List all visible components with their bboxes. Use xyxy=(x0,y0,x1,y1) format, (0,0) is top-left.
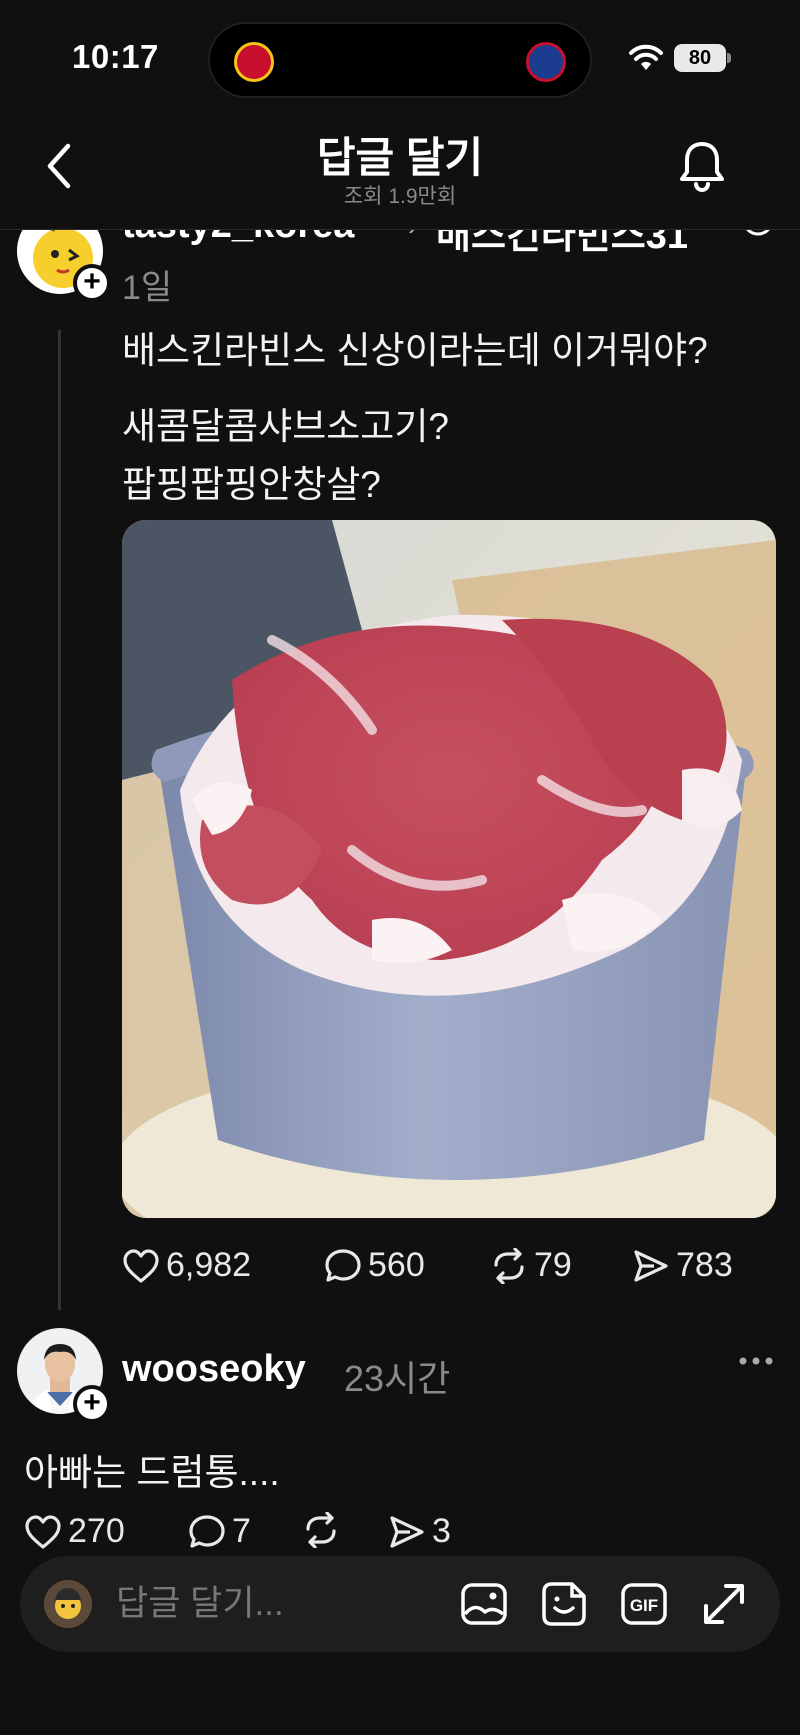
svg-text:GIF: GIF xyxy=(630,1596,658,1615)
gif-icon[interactable]: GIF xyxy=(618,1578,670,1630)
psg-crest-icon xyxy=(526,42,566,82)
nav-header: 답글 달기 조회 1.9만회 xyxy=(0,110,800,230)
thread-line xyxy=(58,330,61,1310)
status-bar: 10:17 80 xyxy=(0,0,800,110)
expand-icon[interactable] xyxy=(698,1578,750,1630)
more-options-icon[interactable] xyxy=(738,1340,774,1374)
heart-icon xyxy=(25,1514,61,1549)
send-icon xyxy=(634,1249,668,1282)
repost-icon xyxy=(306,1512,336,1548)
comment-button[interactable]: 7 xyxy=(188,1512,251,1551)
comment-count: 7 xyxy=(232,1512,251,1550)
reply-text: 아빠는 드럼통.... xyxy=(24,1452,280,1493)
post-text-line: 팝핑팝핑안창살? xyxy=(122,464,381,505)
comment-button[interactable]: 560 xyxy=(324,1246,425,1285)
wifi-icon xyxy=(629,44,663,70)
repost-icon xyxy=(494,1247,524,1284)
share-button[interactable]: 783 xyxy=(632,1246,733,1285)
follow-plus-button[interactable]: + xyxy=(73,264,111,302)
share-count: 3 xyxy=(432,1512,451,1550)
reply-composer: GIF xyxy=(20,1556,780,1652)
like-button[interactable]: 6,982 xyxy=(122,1246,251,1285)
battery-tip xyxy=(727,53,731,63)
post-text-line: 배스킨라빈스 신상이라는데 이거뭐야? xyxy=(122,330,708,371)
comment-count: 560 xyxy=(368,1246,425,1284)
repost-button[interactable]: 79 xyxy=(490,1246,572,1285)
repost-button[interactable] xyxy=(302,1512,346,1548)
send-icon xyxy=(390,1515,424,1548)
post-image[interactable] xyxy=(122,520,776,1218)
repost-count: 79 xyxy=(534,1246,572,1284)
reply-username[interactable]: wooseoky xyxy=(122,1348,306,1391)
sticker-icon[interactable] xyxy=(538,1578,590,1630)
manchester-united-crest-icon xyxy=(234,42,274,82)
like-count: 270 xyxy=(68,1512,125,1550)
heart-icon xyxy=(123,1248,159,1283)
follow-plus-button[interactable]: + xyxy=(73,1385,111,1423)
reply-time: 23시간 xyxy=(344,1358,451,1399)
like-count: 6,982 xyxy=(166,1246,252,1284)
comment-icon xyxy=(325,1248,361,1282)
post-text-line: 새콤달콤샤브소고기? xyxy=(122,406,449,447)
avatar xyxy=(44,1580,92,1628)
bell-icon[interactable] xyxy=(676,138,728,194)
reply-input[interactable] xyxy=(116,1582,416,1626)
image-icon[interactable] xyxy=(458,1578,510,1630)
share-button[interactable]: 3 xyxy=(388,1512,451,1551)
comment-icon xyxy=(189,1514,225,1548)
post-time: 1일 xyxy=(122,269,173,307)
like-button[interactable]: 270 xyxy=(24,1512,125,1551)
battery-indicator: 80 xyxy=(674,44,726,72)
share-count: 783 xyxy=(676,1246,733,1284)
dynamic-island xyxy=(208,22,592,98)
status-time: 10:17 xyxy=(72,38,159,75)
